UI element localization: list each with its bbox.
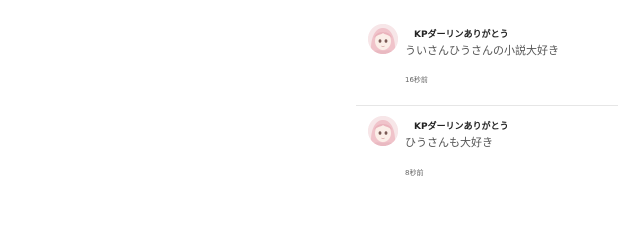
- comment-timestamp: 8秒前: [405, 169, 424, 177]
- comment-list: KPダーリンありがとう ういさんひうさんの小説大好き 16秒前 KPダーリンあり…: [0, 0, 640, 240]
- comment-timestamp: 16秒前: [405, 76, 428, 84]
- comment-author[interactable]: KPダーリンありがとう: [414, 119, 509, 132]
- comment-item: KPダーリンありがとう ういさんひうさんの小説大好き 16秒前: [356, 24, 618, 106]
- comment-item: KPダーリンありがとう ひうさんも大好き 8秒前: [356, 116, 618, 186]
- anime-girl-avatar-icon[interactable]: [368, 24, 398, 54]
- comment-body: ひうさんも大好き: [405, 136, 493, 149]
- anime-girl-avatar-icon[interactable]: [368, 116, 398, 146]
- comment-author[interactable]: KPダーリンありがとう: [414, 27, 509, 40]
- comment-body: ういさんひうさんの小説大好き: [405, 44, 559, 57]
